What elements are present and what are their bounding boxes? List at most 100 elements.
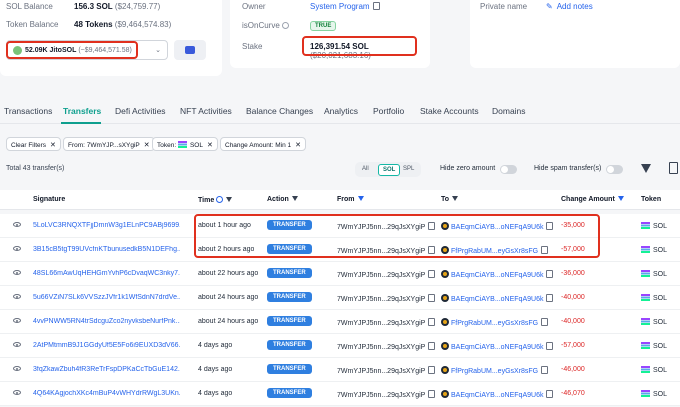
close-icon[interactable]: ✕ bbox=[144, 142, 150, 149]
copy-icon[interactable] bbox=[428, 270, 436, 278]
segment-all[interactable]: All bbox=[362, 166, 369, 172]
to-address[interactable]: FfPrgRabUM...eyGsXr8sFG bbox=[441, 366, 549, 375]
sol-icon bbox=[641, 294, 650, 301]
owner-link[interactable]: System Program bbox=[310, 2, 380, 11]
signature-link[interactable]: 5LoLVC3RNQXTFjjDmnW3g1ELnPC9ABj9699... bbox=[33, 222, 180, 229]
col-time[interactable]: Time bbox=[198, 196, 233, 204]
tab-defi-activities[interactable]: Defi Activities bbox=[115, 106, 166, 116]
copy-icon[interactable] bbox=[541, 366, 549, 374]
to-address[interactable]: BAEqmCiAYB...oNEFqA9U6k bbox=[441, 270, 554, 279]
token-cell[interactable]: SOL bbox=[641, 342, 667, 350]
from-address[interactable]: 7WmYJPJ5nn...29qJsXYgiP bbox=[337, 270, 436, 279]
col-from[interactable]: From bbox=[337, 196, 364, 203]
close-icon[interactable]: ✕ bbox=[295, 142, 301, 149]
token-cell[interactable]: SOL bbox=[641, 294, 667, 302]
token-cell[interactable]: SOL bbox=[641, 390, 667, 398]
col-action[interactable]: Action bbox=[267, 196, 298, 203]
token-filter-chip[interactable]: Token: SOL ✕ bbox=[152, 137, 218, 151]
col-change-amount[interactable]: Change Amount bbox=[561, 196, 624, 203]
signature-link[interactable]: 4vvPNWW5RN4trSdcguZco2nyvksbeNurfPnk... bbox=[33, 318, 180, 325]
tab-transfers[interactable]: Transfers bbox=[63, 106, 101, 116]
tab-domains[interactable]: Domains bbox=[492, 106, 526, 116]
signature-link[interactable]: 48SL66mAwUqHEHGmYvhP6cDvaqWC3nky7... bbox=[33, 270, 180, 277]
table-header: Signature Time Action From To Change Amo… bbox=[0, 190, 680, 210]
copy-icon[interactable] bbox=[428, 390, 436, 398]
copy-icon[interactable] bbox=[541, 318, 549, 326]
token-cell[interactable]: SOL bbox=[641, 222, 667, 230]
from-address[interactable]: 7WmYJPJ5nn...29qJsXYgiP bbox=[337, 366, 436, 375]
to-address[interactable]: BAEqmCiAYB...oNEFqA9U6k bbox=[441, 390, 554, 399]
tab-balance-changes[interactable]: Balance Changes bbox=[246, 106, 313, 116]
segment-sol[interactable]: SOL bbox=[378, 164, 401, 176]
eye-icon[interactable] bbox=[13, 366, 21, 371]
from-address[interactable]: 7WmYJPJ5nn...29qJsXYgiP bbox=[337, 342, 436, 351]
eye-icon[interactable] bbox=[13, 270, 21, 275]
sol-icon bbox=[641, 390, 650, 397]
filter-icon[interactable] bbox=[226, 197, 233, 202]
overview-card: SOL Balance 156.3 SOL ($24,759.77) Token… bbox=[0, 0, 222, 76]
token-cell[interactable]: SOL bbox=[641, 246, 667, 254]
change-amount: -40,000 bbox=[561, 318, 585, 325]
tab-analytics[interactable]: Analytics bbox=[324, 106, 358, 116]
time-cell: about 22 hours ago bbox=[198, 270, 259, 277]
eye-icon[interactable] bbox=[13, 294, 21, 299]
hide-spam-toggle[interactable] bbox=[606, 165, 623, 174]
eye-icon[interactable] bbox=[13, 342, 21, 347]
token-cell[interactable]: SOL bbox=[641, 270, 667, 278]
token-cell[interactable]: SOL bbox=[641, 366, 667, 374]
tab-portfolio[interactable]: Portfolio bbox=[373, 106, 404, 116]
signature-link[interactable]: 2AtPMtmmB9J1GGdyUf5E5Fo6i9EUXD3dV66... bbox=[33, 342, 180, 349]
tab-stake-accounts[interactable]: Stake Accounts bbox=[420, 106, 479, 116]
eye-icon[interactable] bbox=[13, 222, 21, 227]
tab-nft-activities[interactable]: NFT Activities bbox=[180, 106, 232, 116]
copy-icon[interactable] bbox=[428, 318, 436, 326]
copy-icon[interactable] bbox=[428, 294, 436, 302]
signature-link[interactable]: 4Q64KAgjochXKc4mBuP4vWHYdrRWgL3UKn... bbox=[33, 390, 180, 397]
copy-icon[interactable] bbox=[372, 2, 380, 10]
time-cell: 4 days ago bbox=[198, 366, 233, 373]
amount-filter-chip[interactable]: Change Amount: Min 1 ✕ bbox=[220, 137, 306, 151]
copy-icon[interactable] bbox=[546, 342, 554, 350]
sol-balance: 156.3 SOL ($24,759.77) bbox=[74, 2, 161, 11]
action-badge: TRANSFER bbox=[267, 268, 312, 278]
to-address[interactable]: BAEqmCiAYB...oNEFqA9U6k bbox=[441, 342, 554, 351]
to-address[interactable]: BAEqmCiAYB...oNEFqA9U6k bbox=[441, 294, 554, 303]
from-address[interactable]: 7WmYJPJ5nn...29qJsXYgiP bbox=[337, 294, 436, 303]
from-filter-chip[interactable]: From: 7WmYJP...sXYgiP ✕ bbox=[63, 137, 155, 151]
filter-icon[interactable] bbox=[641, 164, 651, 173]
to-address[interactable]: FfPrgRabUM...eyGsXr8sFG bbox=[441, 318, 549, 327]
copy-icon[interactable] bbox=[428, 342, 436, 350]
tab-transactions[interactable]: Transactions bbox=[4, 106, 52, 116]
signature-link[interactable]: 5u66VZiN7SLk6VVSzzJVfr1k1WfSdnN7drdVe... bbox=[33, 294, 180, 301]
add-notes-link[interactable]: ✎ Add notes bbox=[546, 2, 593, 11]
filter-icon[interactable] bbox=[452, 196, 459, 201]
col-to[interactable]: To bbox=[441, 196, 459, 203]
filter-icon[interactable] bbox=[617, 196, 624, 201]
segment-spl[interactable]: SPL bbox=[403, 166, 414, 172]
download-icon[interactable] bbox=[669, 162, 678, 174]
copy-icon[interactable] bbox=[546, 294, 554, 302]
wallet-button[interactable] bbox=[174, 40, 206, 60]
signature-link[interactable]: 3fqZkawZbuh4fR3ReTrFspDPKaCcTbGuE142... bbox=[33, 366, 180, 373]
eye-icon[interactable] bbox=[13, 318, 21, 323]
eye-icon[interactable] bbox=[13, 246, 21, 251]
signature-link[interactable]: 3B15cB5tgT99UVcfnKTbunusedkB5N1DEFhg... bbox=[33, 246, 180, 253]
hide-zero-toggle[interactable] bbox=[500, 165, 517, 174]
clear-filters-chip[interactable]: Clear Filters ✕ bbox=[6, 137, 61, 151]
account-card: Owner System Program isOnCurve TRUE Stak… bbox=[230, 0, 430, 68]
col-token: Token bbox=[641, 196, 662, 203]
copy-icon[interactable] bbox=[428, 366, 436, 374]
filter-icon[interactable] bbox=[291, 196, 298, 201]
eye-icon[interactable] bbox=[13, 390, 21, 395]
filter-icon[interactable] bbox=[357, 196, 364, 201]
total-transfers: Total 43 transfer(s) bbox=[6, 165, 65, 172]
from-address[interactable]: 7WmYJPJ5nn...29qJsXYgiP bbox=[337, 318, 436, 327]
from-address[interactable]: 7WmYJPJ5nn...29qJsXYgiP bbox=[337, 390, 436, 399]
sol-icon bbox=[641, 366, 650, 373]
close-icon[interactable]: ✕ bbox=[50, 142, 56, 149]
token-cell[interactable]: SOL bbox=[641, 318, 667, 326]
copy-icon[interactable] bbox=[546, 390, 554, 398]
copy-icon[interactable] bbox=[546, 270, 554, 278]
private-card: Private name ✎ Add notes bbox=[470, 0, 680, 68]
close-icon[interactable]: ✕ bbox=[207, 142, 213, 149]
